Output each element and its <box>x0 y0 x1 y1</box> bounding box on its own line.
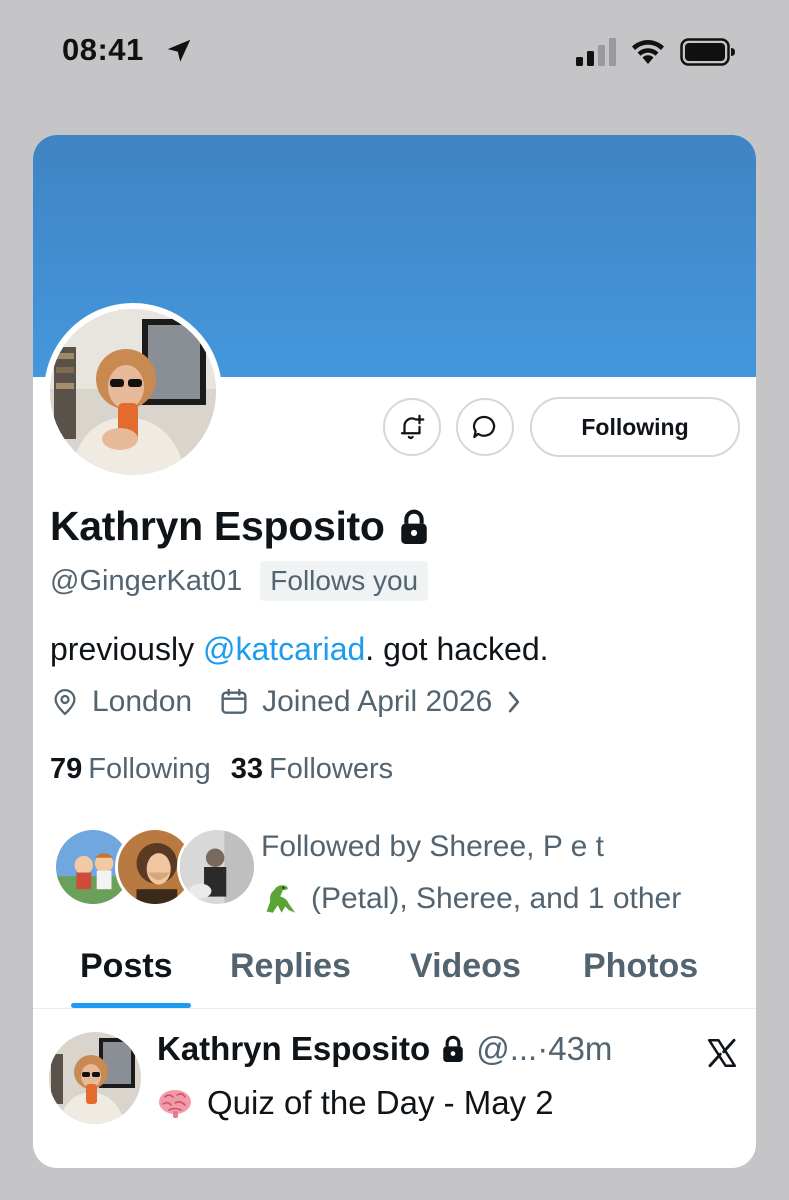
following-count: 79 <box>50 753 83 785</box>
followed-by-row[interactable]: Followed by Sheree, P e t (Petal), Shere… <box>53 817 753 917</box>
profile-card: Following Kathryn Esposito @GingerKat01 … <box>33 135 756 1168</box>
followers-count: 33 <box>230 753 264 785</box>
post-author-handle: @... <box>476 1030 538 1067</box>
battery-icon <box>680 38 735 66</box>
handle-row: @GingerKat01 Follows you <box>50 561 429 601</box>
post-header: Kathryn Esposito @... · 43m <box>157 1030 612 1068</box>
following-button[interactable]: Following <box>530 397 740 457</box>
active-tab-indicator <box>71 1003 191 1008</box>
followers-label: Followers <box>269 753 394 785</box>
location-pin-icon <box>54 688 76 716</box>
post-text: Quiz of the Day - May 2 <box>207 1084 554 1121</box>
status-bar: 08:41 <box>0 0 789 110</box>
bio-mention-link[interactable]: @katcariad <box>203 631 365 667</box>
display-name: Kathryn Esposito <box>50 503 385 549</box>
post-time[interactable]: 43m <box>548 1030 612 1068</box>
calendar-icon <box>221 688 247 714</box>
post-author-avatar[interactable] <box>49 1032 141 1124</box>
tab-videos[interactable]: Videos <box>410 947 521 986</box>
chat-bubble-icon <box>472 415 496 439</box>
notify-button[interactable] <box>383 398 441 456</box>
tab-photos[interactable]: Photos <box>583 947 698 986</box>
profile-name-row: Kathryn Esposito <box>50 503 431 550</box>
followed-by-line1: Followed by Sheree, P e t <box>261 830 604 863</box>
followed-by-text: Followed by Sheree, P e t (Petal), Shere… <box>261 821 681 925</box>
lock-icon <box>400 509 427 544</box>
location-arrow-icon <box>167 39 191 62</box>
profile-location: London <box>92 685 193 718</box>
followers-count-link[interactable]: 33 Followers <box>231 753 393 786</box>
brain-icon <box>159 1090 191 1118</box>
following-label: Following <box>88 753 211 785</box>
cellular-signal-icon <box>576 38 616 66</box>
dinosaur-icon <box>266 885 296 913</box>
avatar-photo <box>50 309 216 475</box>
x-logo-icon <box>707 1038 737 1068</box>
tab-replies[interactable]: Replies <box>230 947 351 986</box>
post-author-name[interactable]: Kathryn Esposito <box>157 1030 430 1068</box>
tab-posts[interactable]: Posts <box>80 947 173 986</box>
profile-bio: previously @katcariad. got hacked. <box>50 631 549 668</box>
bell-plus-icon <box>400 414 425 440</box>
post-item[interactable]: Kathryn Esposito @... · 43m Quiz of the … <box>33 1010 756 1168</box>
profile-joined-date[interactable]: Joined April 2026 <box>262 685 492 719</box>
message-button[interactable] <box>456 398 514 456</box>
follow-counts: 79 Following 33 Followers <box>50 753 393 786</box>
profile-avatar[interactable] <box>44 303 222 481</box>
profile-handle: @GingerKat01 <box>50 564 243 597</box>
follower-avatar <box>177 827 257 907</box>
follows-you-badge: Follows you <box>260 561 429 601</box>
lock-icon <box>443 1035 463 1062</box>
bio-prefix: previously <box>50 631 203 667</box>
wifi-icon <box>632 40 664 64</box>
chevron-right-icon[interactable] <box>504 689 524 715</box>
status-time: 08:41 <box>62 32 144 67</box>
followed-by-line2: (Petal), Sheree, and 1 other <box>311 882 682 915</box>
post-text-row: Quiz of the Day - May 2 <box>157 1084 554 1122</box>
profile-meta-row: London Joined April 2026 <box>50 685 524 719</box>
profile-tabs: Posts Replies Videos Photos <box>33 943 756 1009</box>
post-separator: · <box>537 1030 549 1067</box>
bio-suffix: . got hacked. <box>365 631 549 667</box>
following-count-link[interactable]: 79 Following <box>50 753 211 786</box>
